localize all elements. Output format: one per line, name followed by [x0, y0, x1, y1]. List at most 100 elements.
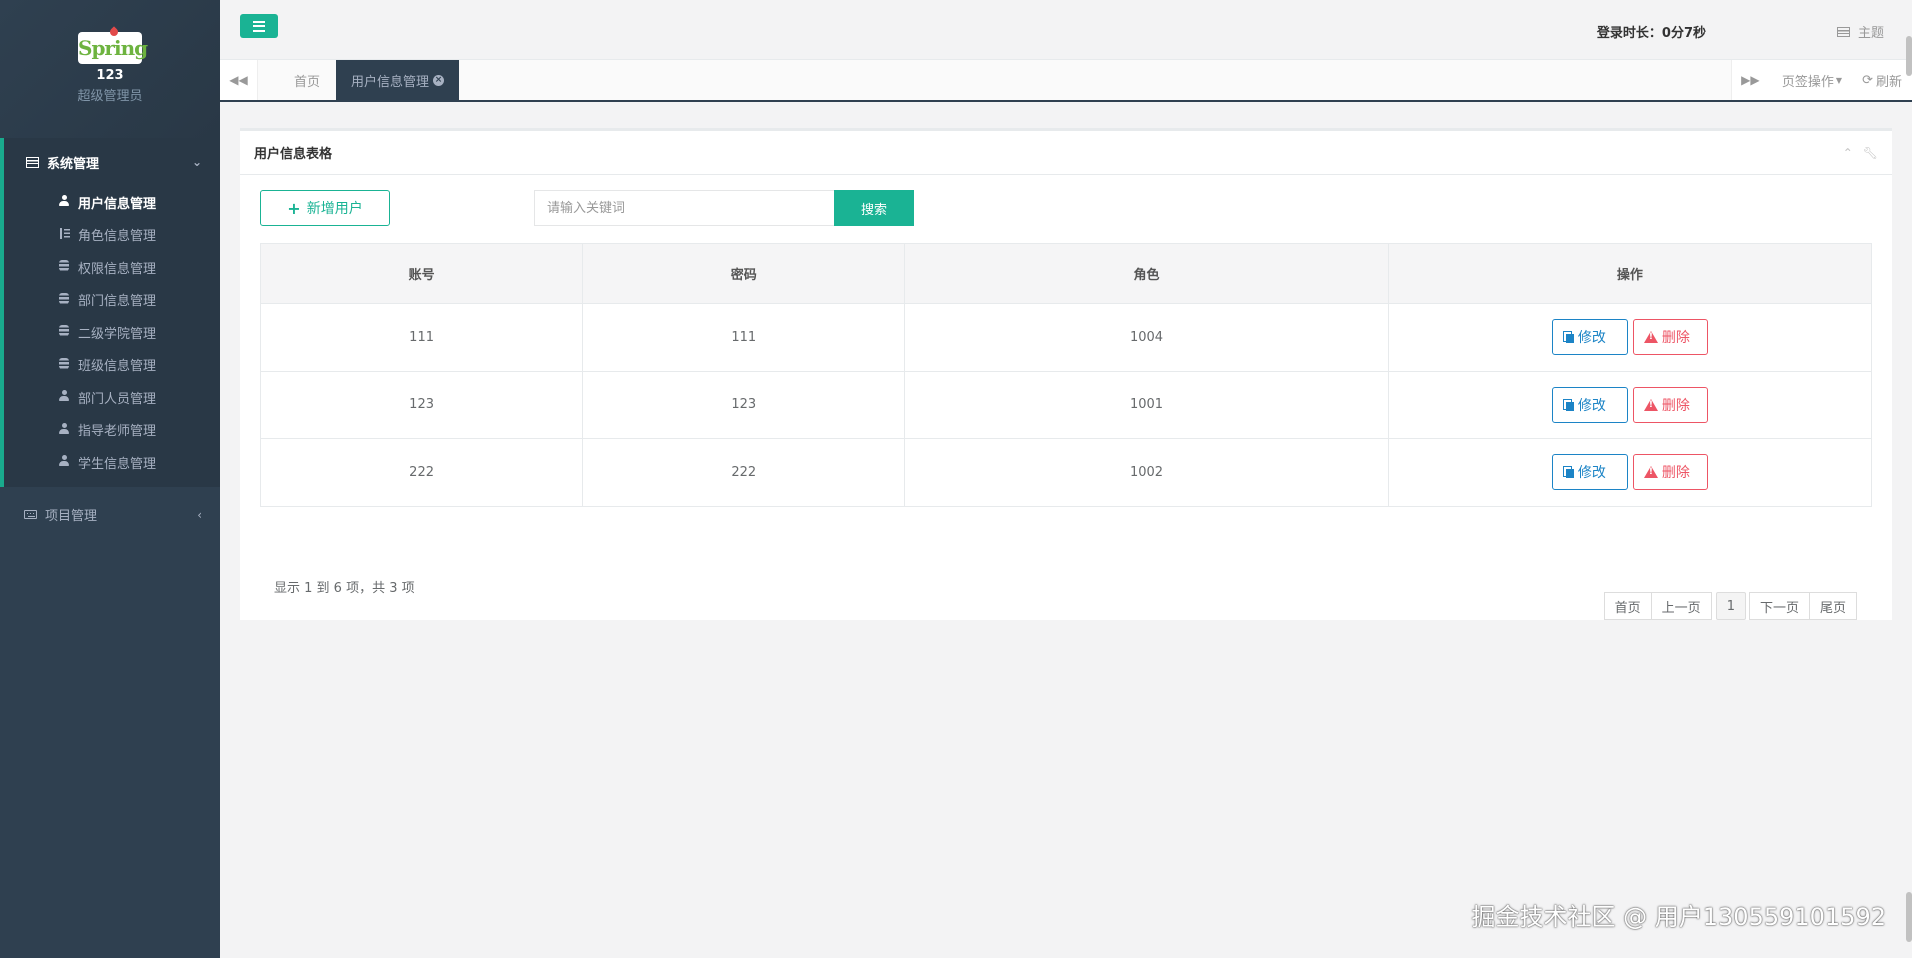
user-table: 账号 密码 角色 操作 111 111 1004 修改 删除 — [259, 243, 1873, 507]
add-user-label: 新增用户 — [306, 201, 363, 217]
watermark: 掘金技术社区 @ 用户130559101592 — [1471, 903, 1887, 931]
column-header-password[interactable]: 密码 — [582, 243, 906, 304]
table-header-row: 账号 密码 角色 操作 — [259, 243, 1873, 304]
cell-actions: 修改 删除 — [1387, 303, 1873, 372]
page-next-button[interactable]: 下一页 — [1748, 592, 1810, 620]
page-first-button[interactable]: 首页 — [1603, 592, 1652, 620]
database-icon — [59, 292, 69, 304]
spring-logo[interactable]: Spring — [78, 26, 148, 64]
column-header-role[interactable]: 角色 — [904, 243, 1389, 304]
hamburger-icon — [253, 20, 265, 23]
cell-account: 222 — [259, 438, 584, 507]
user-table-panel: 用户信息表格 ⌃ 🔧︎ + 新增用户 搜索 账号 密码 角色 操作 — [240, 128, 1892, 620]
sidebar-item-advisor[interactable]: 指导老师管理 — [4, 414, 220, 447]
user-name[interactable]: 123 — [0, 68, 220, 83]
user-icon — [59, 455, 69, 467]
search-box: 搜索 — [534, 190, 914, 226]
double-chevron-left-icon: ◀◀ — [229, 73, 248, 87]
column-header-actions: 操作 — [1387, 243, 1873, 304]
pagination-info: 显示 1 到 6 项，共 3 项 — [274, 581, 415, 596]
sidebar-item-department-info[interactable]: 部门信息管理 — [4, 284, 220, 317]
panel-header: 用户信息表格 ⌃ 🔧︎ — [240, 131, 1892, 175]
page-prev-button[interactable]: 上一页 — [1650, 592, 1712, 620]
sidebar-item-permission-info[interactable]: 权限信息管理 — [4, 251, 220, 284]
copy-icon — [1562, 398, 1574, 411]
cell-password: 111 — [582, 303, 906, 372]
refresh-label: 刷新 — [1875, 74, 1902, 90]
database-icon — [59, 260, 69, 272]
panel-tools: ⌃ 🔧︎ — [1843, 146, 1878, 160]
cell-password: 222 — [582, 438, 906, 507]
chevron-up-icon[interactable]: ⌃ — [1843, 146, 1853, 160]
tab-user-info[interactable]: 用户信息管理 × — [336, 60, 460, 100]
sidebar-item-label: 部门信息管理 — [78, 294, 157, 310]
sidebar-item-user-info[interactable]: 用户信息管理 — [4, 186, 220, 219]
chevron-down-icon: ⌄ — [191, 155, 202, 169]
scrollbar-bottom[interactable] — [1906, 892, 1912, 942]
tab-home[interactable]: 首页 — [258, 60, 336, 100]
close-icon[interactable]: × — [433, 74, 445, 86]
menu-toggle-button[interactable] — [240, 14, 278, 38]
sidebar-item-label: 指导老师管理 — [78, 424, 157, 440]
add-user-button[interactable]: + 新增用户 — [260, 190, 390, 226]
refresh-button[interactable]: ⟳ 刷新 — [1852, 60, 1912, 100]
user-icon — [59, 195, 69, 207]
database-icon — [59, 357, 69, 369]
page-last-button[interactable]: 尾页 — [1808, 592, 1857, 620]
wrench-icon[interactable]: 🔧︎ — [1863, 146, 1878, 160]
search-input[interactable] — [534, 190, 834, 226]
keyboard-icon — [24, 510, 37, 519]
table-icon — [26, 156, 39, 168]
sidebar-item-label: 部门人员管理 — [78, 391, 157, 407]
edit-button[interactable]: 修改 — [1551, 319, 1628, 356]
scrollbar-top[interactable] — [1906, 36, 1912, 76]
table-row: 111 111 1004 修改 删除 — [259, 303, 1873, 372]
cell-actions: 修改 删除 — [1387, 370, 1873, 439]
delete-button[interactable]: 删除 — [1632, 386, 1708, 423]
theme-label: 主题 — [1857, 26, 1884, 41]
side-menu: 系统管理 ⌄ 用户信息管理 角色信息管理 权限信息管理 部门信息管理 二级学院管… — [0, 138, 220, 539]
theme-button[interactable]: 主题 — [1836, 22, 1884, 41]
menu-project[interactable]: 项目管理 ‹ — [0, 491, 220, 539]
cell-account: 123 — [259, 370, 584, 439]
table-row: 222 222 1002 修改 删除 — [259, 438, 1873, 507]
user-table-grid: 账号 密码 角色 操作 111 111 1004 修改 删除 — [259, 243, 1873, 507]
login-duration: 登录时长：0分7秒 — [1596, 26, 1706, 41]
user-icon — [59, 422, 69, 434]
sidebar-item-class-info[interactable]: 班级信息管理 — [4, 349, 220, 382]
delete-label: 删除 — [1661, 465, 1690, 482]
search-button[interactable]: 搜索 — [834, 190, 914, 226]
sidebar-item-label: 角色信息管理 — [78, 229, 157, 245]
profile: Spring 123 超级管理员 — [0, 0, 220, 138]
sidebar-item-role-info[interactable]: 角色信息管理 — [4, 219, 220, 252]
menu-project-label: 项目管理 — [45, 509, 98, 524]
menu-group-system: 系统管理 ⌄ 用户信息管理 角色信息管理 权限信息管理 部门信息管理 二级学院管… — [0, 138, 220, 487]
edit-label: 修改 — [1577, 330, 1606, 347]
column-header-account[interactable]: 账号 — [259, 243, 584, 304]
chevron-left-icon: ‹ — [197, 507, 202, 522]
edit-button[interactable]: 修改 — [1551, 386, 1628, 423]
delete-button[interactable]: 删除 — [1632, 319, 1708, 356]
tab-operations-dropdown[interactable]: 页签操作 ▼ — [1768, 60, 1853, 100]
delete-label: 删除 — [1661, 330, 1690, 347]
sidebar-item-label: 班级信息管理 — [78, 359, 157, 375]
database-icon — [59, 325, 69, 337]
sidebar-item-college[interactable]: 二级学院管理 — [4, 316, 220, 349]
sidebar-item-label: 二级学院管理 — [78, 326, 157, 342]
sidebar-item-label: 学生信息管理 — [78, 456, 157, 472]
tabs-scroll-right-button[interactable]: ▶▶ — [1730, 60, 1769, 100]
edit-button[interactable]: 修改 — [1551, 454, 1628, 491]
tabs-scroll-left-button[interactable]: ◀◀ — [220, 60, 258, 100]
sidebar-item-student-info[interactable]: 学生信息管理 — [4, 446, 220, 479]
cell-actions: 修改 删除 — [1387, 438, 1873, 507]
sidebar-item-department-staff[interactable]: 部门人员管理 — [4, 381, 220, 414]
cell-role: 1004 — [904, 303, 1389, 372]
copy-icon — [1562, 331, 1574, 344]
menu-system[interactable]: 系统管理 ⌄ — [4, 138, 220, 186]
warning-icon — [1643, 331, 1658, 344]
page-number-button[interactable]: 1 — [1715, 592, 1746, 620]
delete-button[interactable]: 删除 — [1632, 454, 1708, 491]
caret-down-icon: ▼ — [1835, 75, 1843, 85]
cell-password: 123 — [582, 370, 906, 439]
user-role: 超级管理员 — [77, 89, 143, 104]
